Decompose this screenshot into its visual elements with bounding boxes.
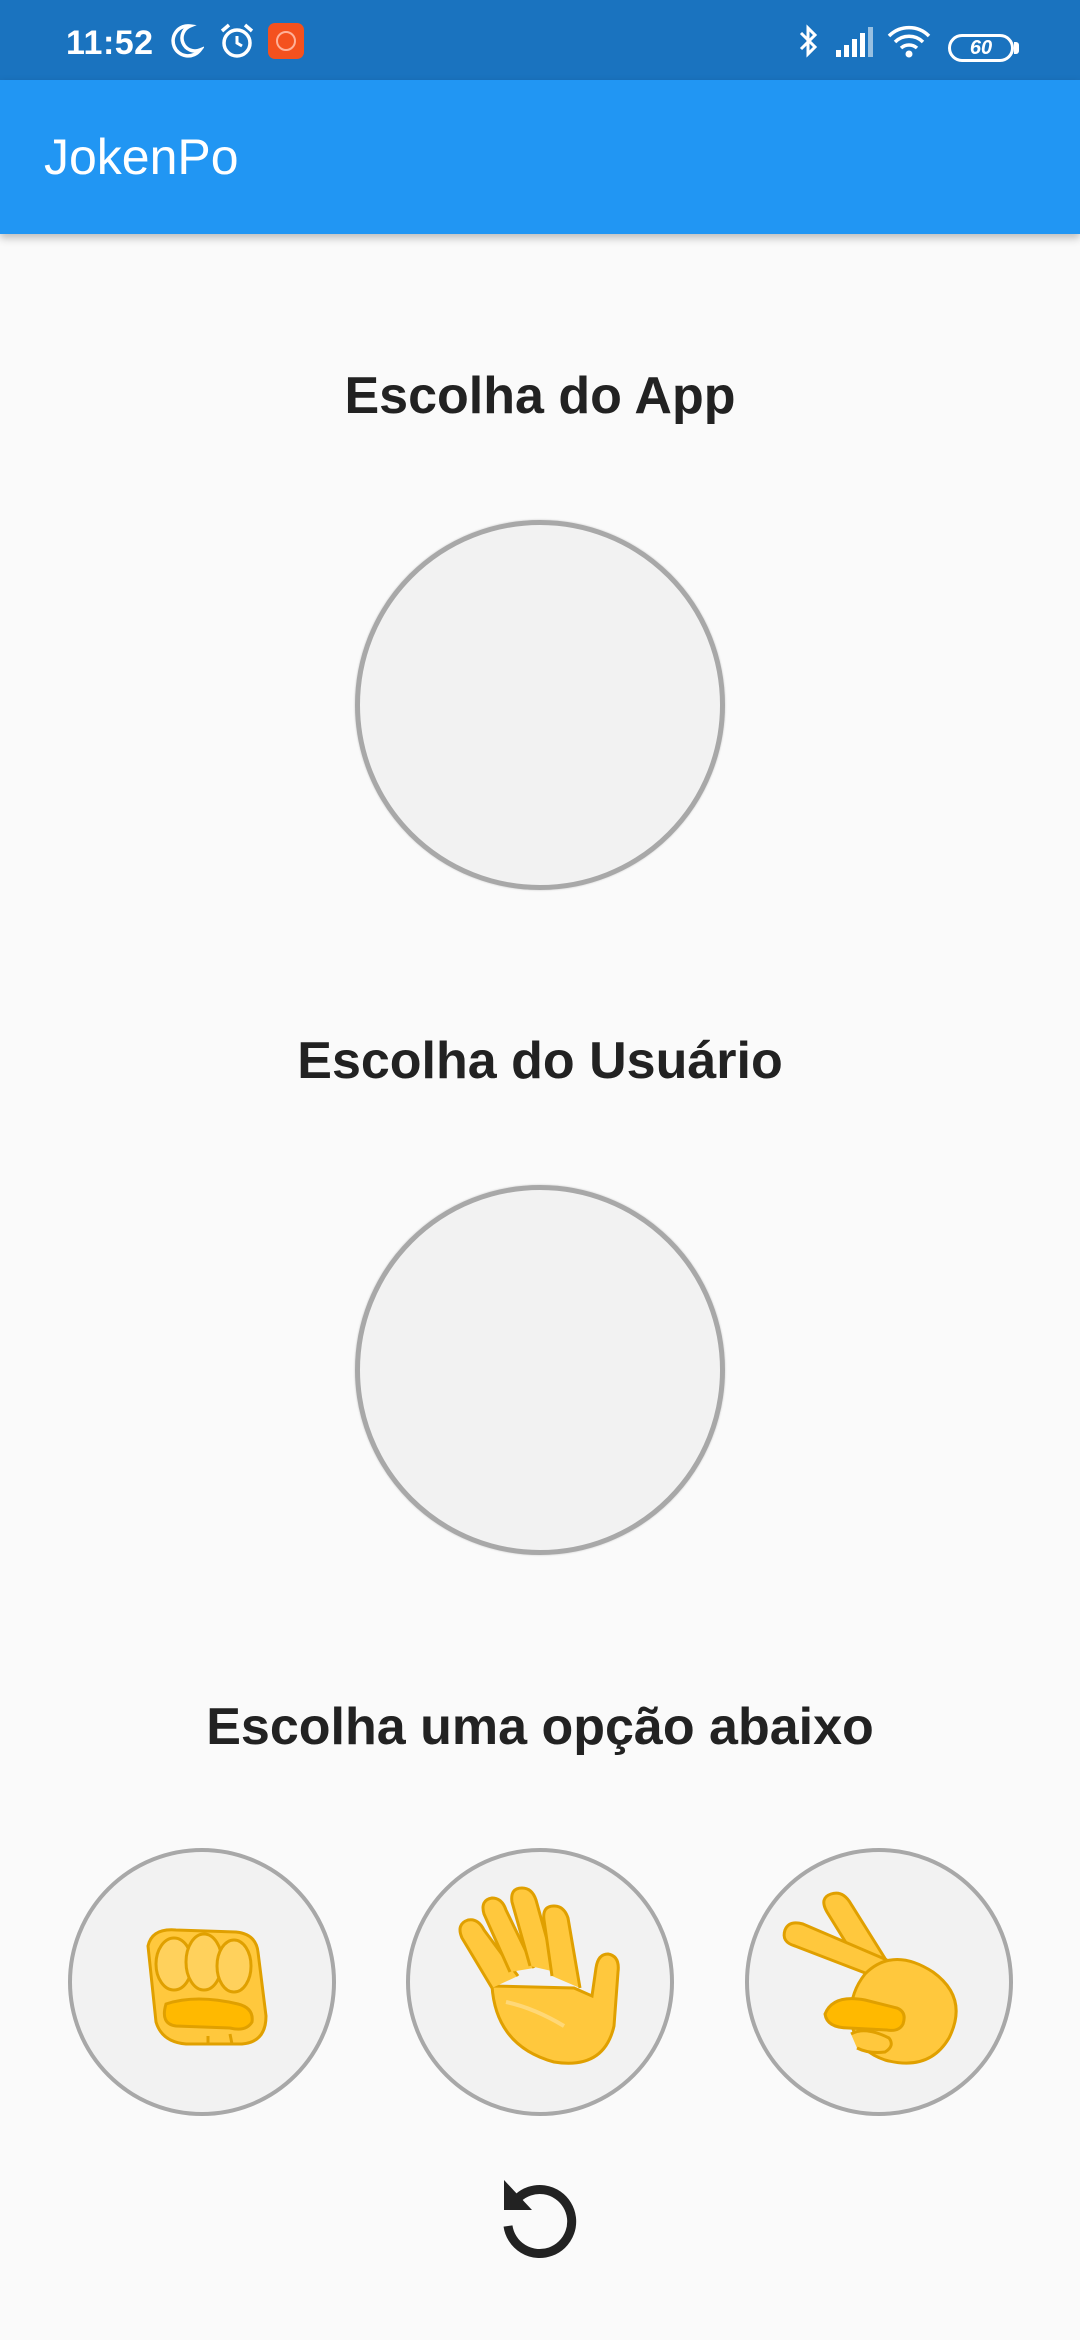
app-choice-image [355, 520, 725, 890]
user-choice-title: Escolha do Usuário [297, 1032, 783, 1090]
battery-level: 60 [969, 37, 993, 59]
victory-hand-icon [782, 1891, 958, 2065]
paper-option-button[interactable] [406, 1848, 674, 2116]
status-time: 11:52 [66, 24, 154, 62]
app-bar: JokenPo [0, 80, 1080, 234]
signal-icon [836, 27, 873, 57]
app-title: JokenPo [44, 129, 239, 185]
rock-option-button[interactable] [68, 1848, 336, 2116]
app-notification-icon [268, 23, 304, 59]
alarm-icon [220, 23, 254, 58]
refresh-button[interactable] [490, 2168, 590, 2268]
app-choice-title: Escolha do App [344, 367, 736, 425]
fist-icon [146, 1928, 268, 2046]
battery-icon: 60 [948, 34, 1014, 62]
scissors-option-button[interactable] [745, 1848, 1013, 2116]
bluetooth-icon [799, 24, 818, 58]
user-choice-image [355, 1185, 725, 1555]
wifi-icon [887, 25, 931, 58]
options-title: Escolha uma opção abaixo [206, 1698, 874, 1756]
refresh-icon [503, 2180, 577, 2259]
status-bar: 11:52 60 [0, 0, 1080, 80]
battery-tip [1014, 42, 1019, 54]
open-hand-icon [458, 1886, 620, 2065]
moon-icon [171, 24, 204, 58]
